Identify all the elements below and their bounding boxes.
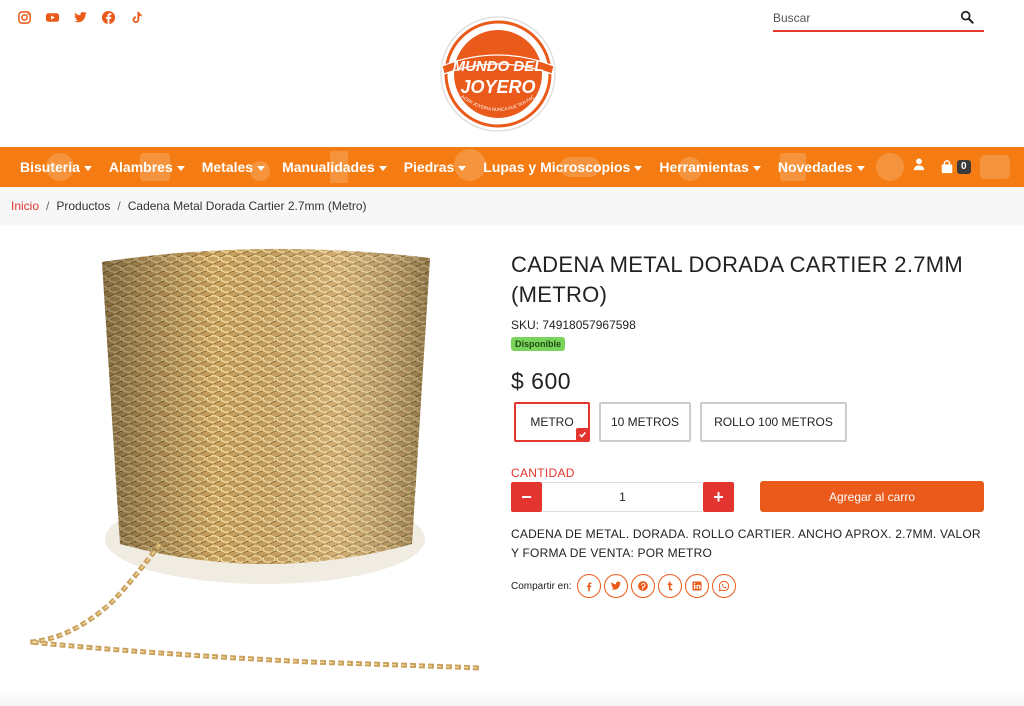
product-image[interactable] (10, 244, 488, 678)
availability-badge: Disponible (511, 337, 566, 351)
nav-actions: 0 (912, 157, 971, 176)
caret-down-icon (83, 165, 92, 171)
caret-down-icon (378, 165, 387, 171)
quantity-input[interactable] (542, 482, 703, 512)
user-icon[interactable] (912, 157, 926, 176)
add-to-cart-button[interactable]: Agregar al carro (760, 481, 984, 512)
variant-option-metro[interactable]: METRO (514, 402, 590, 442)
nav-item-lupas-y-microscopios[interactable]: Lupas y Microscopios (483, 159, 643, 175)
breadcrumb-home-link[interactable]: Inicio (11, 199, 39, 213)
variant-option-rollo-100-metros[interactable]: ROLLO 100 METROS (700, 402, 847, 442)
nav-item-label: Piedras (403, 159, 455, 175)
nav-menu: Bisuteria Alambres Metales Manualidades … (20, 147, 865, 187)
nav-item-label: Bisuteria (20, 159, 80, 175)
variant-label: 10 METROS (610, 415, 679, 429)
caret-down-icon (458, 165, 467, 171)
nav-item-label: Metales (201, 159, 254, 175)
breadcrumb-separator: / (117, 199, 121, 213)
check-icon (576, 428, 589, 441)
nav-item-herramientas[interactable]: Herramientas (659, 159, 761, 175)
share-pinterest-icon[interactable] (630, 574, 655, 598)
variant-label: METRO (530, 415, 574, 429)
breadcrumb: Inicio / Productos / Cadena Metal Dorada… (0, 187, 1024, 225)
caret-down-icon (856, 165, 865, 171)
breadcrumb-separator: / (46, 199, 50, 213)
logo-line2: JOYERO (460, 77, 535, 97)
nav-item-manualidades[interactable]: Manualidades (282, 159, 387, 175)
share-twitter-icon[interactable] (603, 574, 628, 598)
shopping-bag-icon (941, 159, 953, 173)
share-bar: Compartir en: (511, 574, 736, 598)
decrease-quantity-button[interactable]: − (511, 482, 542, 512)
cart-button[interactable]: 0 (940, 159, 971, 174)
search-bar (773, 6, 984, 32)
site-logo[interactable]: MUNDO DEL JOYERO HACER JOYERIA NUNCA FUE… (434, 10, 560, 134)
search-input[interactable] (773, 8, 953, 28)
product-info: CADENA METAL DORADA CARTIER 2.7MM (METRO… (511, 250, 991, 395)
nav-item-alambres[interactable]: Alambres (109, 159, 185, 175)
nav-item-label: Novedades (777, 159, 853, 175)
product-description: CADENA DE METAL. DORADA. ROLLO CARTIER. … (511, 527, 981, 560)
twitter-icon[interactable] (72, 9, 88, 25)
nav-item-piedras[interactable]: Piedras (404, 159, 467, 175)
caret-down-icon (752, 165, 761, 171)
site-header: MUNDO DEL JOYERO HACER JOYERIA NUNCA FUE… (0, 0, 1024, 147)
nav-item-bisuteria[interactable]: Bisuteria (20, 159, 92, 175)
variant-selector: METRO 10 METROS ROLLO 100 METROS (514, 402, 847, 442)
cart-count-badge: 0 (957, 159, 971, 174)
nav-item-metales[interactable]: Metales (201, 159, 266, 175)
product-price: $ 600 (511, 368, 572, 394)
product-title: CADENA METAL DORADA CARTIER 2.7MM (METRO… (511, 252, 964, 307)
nav-item-label: Lupas y Microscopios (483, 159, 631, 175)
product-sku: SKU: 74918057967598 (511, 318, 636, 332)
quantity-stepper: − + (511, 482, 734, 512)
share-facebook-icon[interactable] (576, 574, 601, 598)
main-nav: Bisuteria Alambres Metales Manualidades … (0, 147, 1024, 187)
facebook-icon[interactable] (100, 9, 116, 25)
caret-down-icon (257, 165, 266, 171)
logo-line1: MUNDO DEL (453, 58, 544, 75)
nav-item-novedades[interactable]: Novedades (778, 159, 865, 175)
share-linkedin-icon[interactable] (684, 574, 709, 598)
increase-quantity-button[interactable]: + (703, 482, 734, 512)
social-links (16, 9, 144, 25)
variant-option-10-metros[interactable]: 10 METROS (599, 402, 691, 442)
page-bottom-edge (0, 690, 1024, 706)
youtube-icon[interactable] (44, 9, 60, 25)
caret-down-icon (176, 165, 185, 171)
nav-item-label: Alambres (108, 159, 173, 175)
quantity-label: CANTIDAD (511, 466, 575, 480)
tiktok-icon[interactable] (128, 9, 144, 25)
breadcrumb-products-link[interactable]: Productos (56, 199, 110, 213)
share-label: Compartir en: (511, 580, 572, 592)
breadcrumb-current: Cadena Metal Dorada Cartier 2.7mm (Metro… (127, 199, 367, 213)
search-icon[interactable] (958, 8, 976, 26)
instagram-icon[interactable] (16, 9, 32, 25)
nav-item-label: Herramientas (659, 159, 749, 175)
share-whatsapp-icon[interactable] (711, 574, 736, 598)
caret-down-icon (634, 165, 643, 171)
nav-item-label: Manualidades (282, 159, 375, 175)
share-tumblr-icon[interactable] (657, 574, 682, 598)
variant-label: ROLLO 100 METROS (714, 415, 833, 429)
